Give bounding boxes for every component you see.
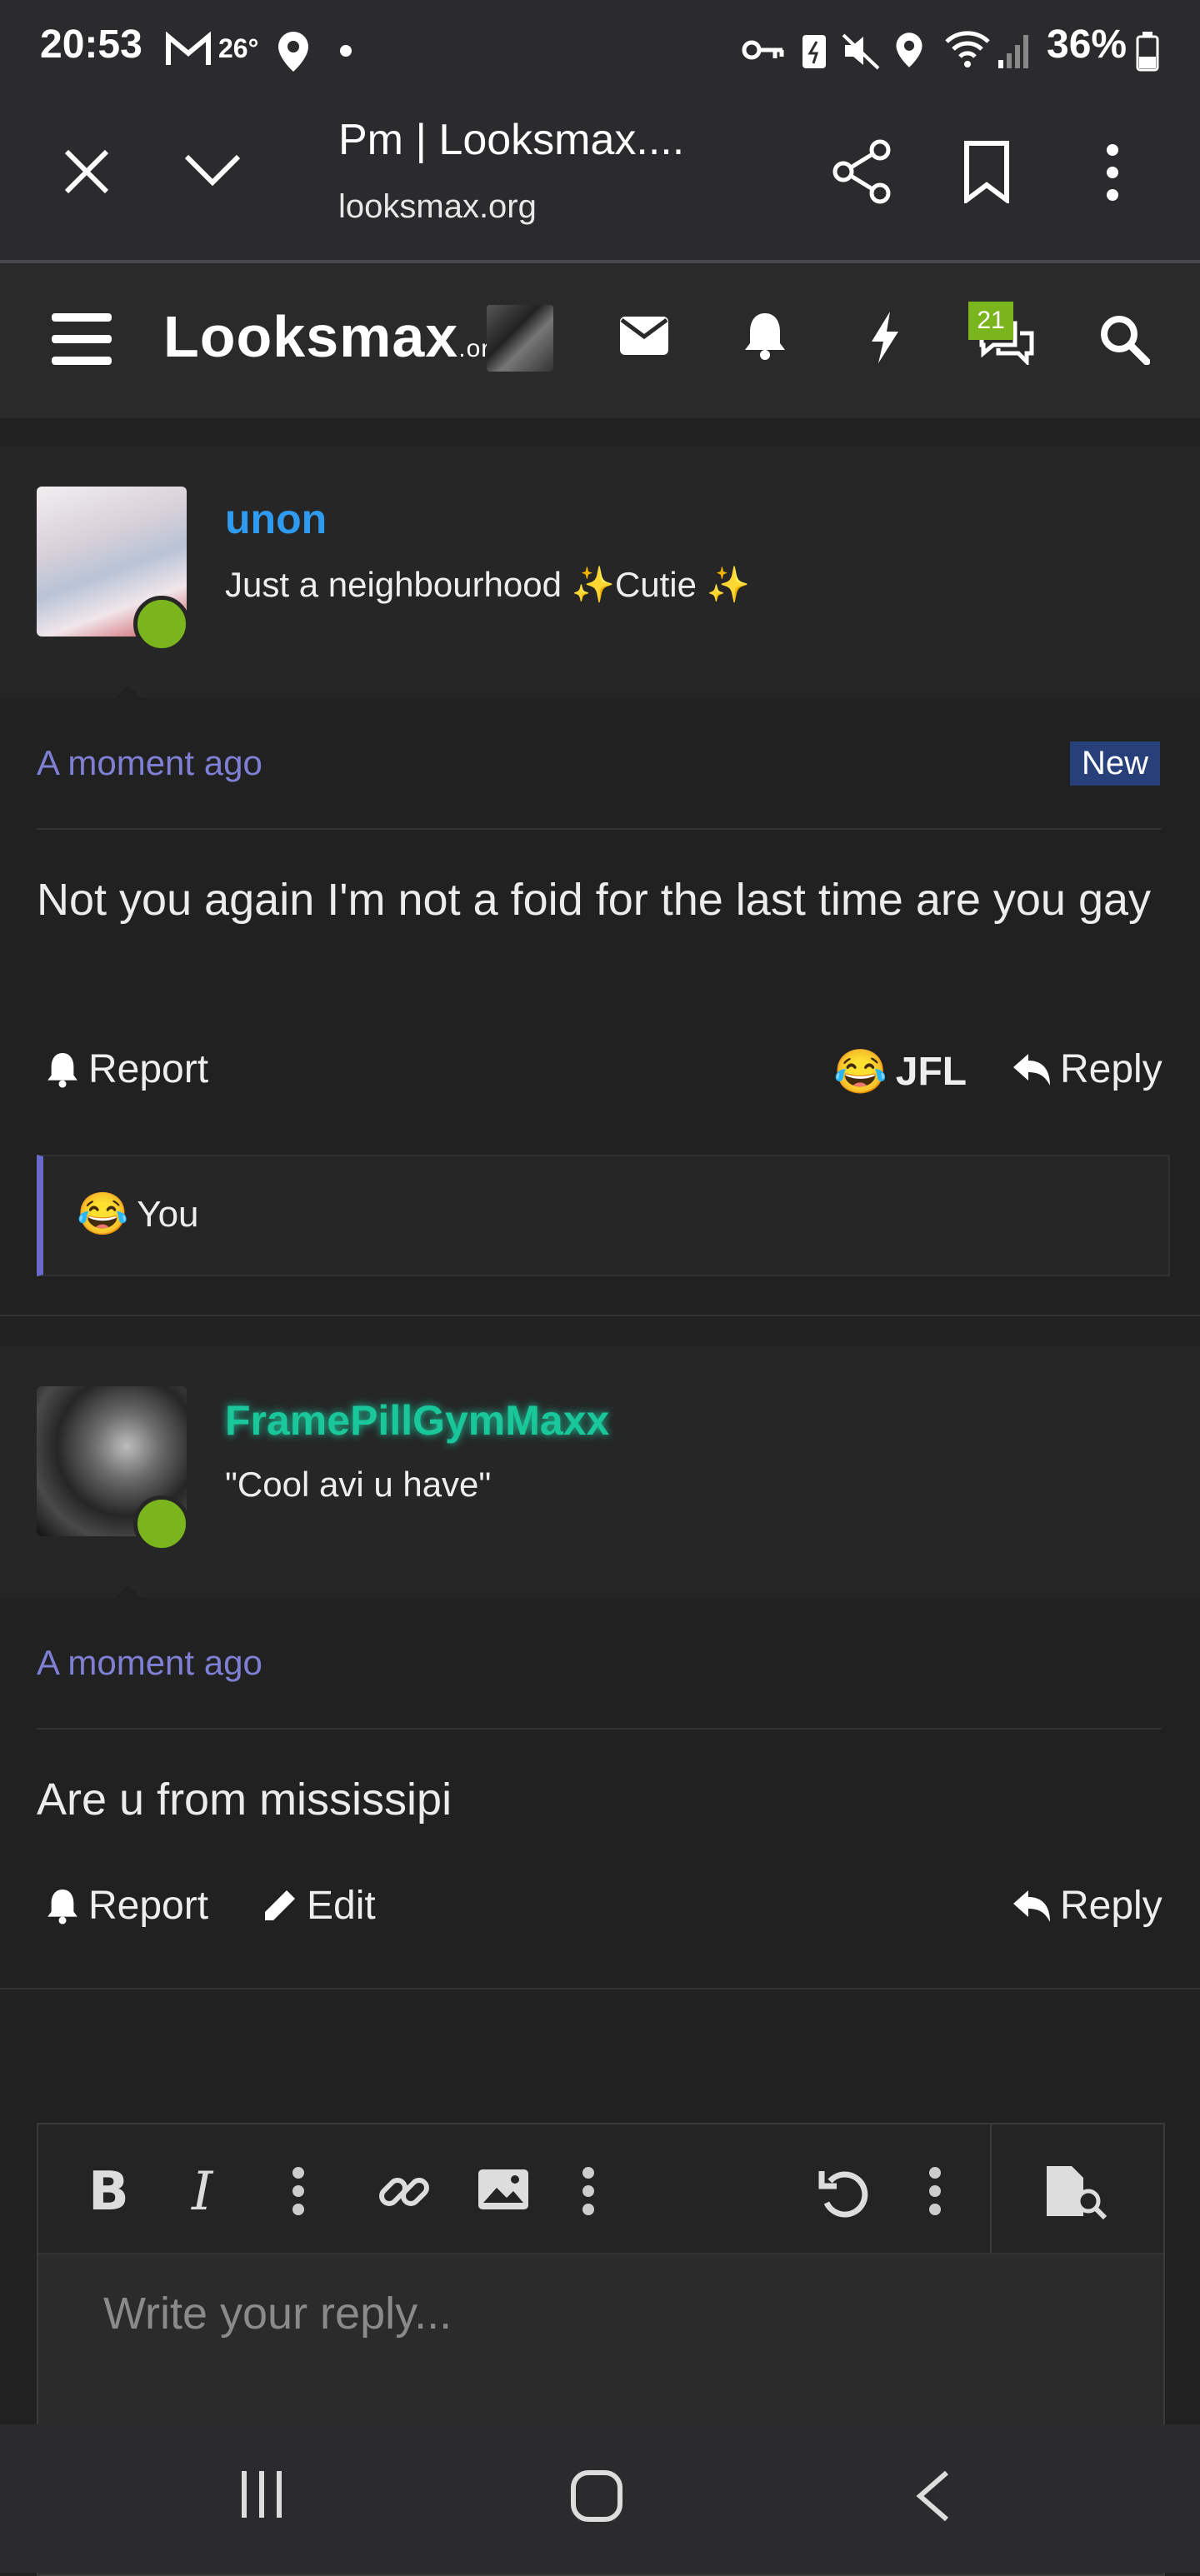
edit-label: Edit — [307, 1884, 376, 1928]
toolbar-divider — [990, 2124, 992, 2253]
bold-icon[interactable]: B — [88, 2161, 129, 2223]
key-icon — [742, 37, 785, 63]
link-icon[interactable] — [377, 2164, 432, 2219]
status-temperature: 26° — [218, 33, 259, 63]
image-icon[interactable] — [477, 2168, 530, 2211]
reply-icon — [1013, 1890, 1050, 1922]
android-navigation-bar — [0, 2424, 1200, 2573]
divider — [37, 828, 1162, 830]
reply-label: Reply — [1060, 1884, 1162, 1928]
more-vertical-icon[interactable] — [1100, 143, 1125, 202]
italic-icon[interactable]: I — [192, 2161, 212, 2223]
site-logo[interactable]: Looksmax.org — [163, 303, 505, 370]
notification-dot-icon — [340, 45, 352, 57]
site-header: Looksmax.org 21 — [0, 263, 1200, 418]
recent-apps-icon[interactable] — [237, 2468, 287, 2521]
reaction-label: JFL — [895, 1050, 968, 1094]
wifi-icon — [943, 28, 992, 70]
reaction-summary[interactable]: 😂 You — [37, 1155, 1170, 1276]
post-separator — [0, 1988, 1200, 1989]
lightning-icon[interactable] — [868, 310, 902, 365]
online-indicator — [133, 596, 190, 652]
user-title: Just a neighbourhood ✨Cutie ✨ — [225, 565, 750, 604]
close-icon[interactable] — [62, 147, 112, 197]
chevron-down-icon[interactable] — [183, 152, 242, 188]
status-time: 20:53 — [40, 22, 142, 67]
post-message: Are u from mississipi — [37, 1775, 452, 1825]
report-button[interactable]: Report — [45, 1883, 208, 1929]
conversations-badge: 21 — [968, 302, 1013, 340]
username[interactable]: FramePillGymMaxx — [225, 1396, 609, 1445]
search-icon[interactable] — [1098, 313, 1150, 365]
logo-main: Looksmax — [163, 304, 459, 369]
battery-saver-icon — [800, 30, 828, 70]
reply-button[interactable]: Reply — [1012, 1046, 1162, 1092]
undo-icon[interactable] — [817, 2164, 872, 2219]
location-small-icon — [893, 30, 925, 70]
location-icon — [275, 30, 312, 73]
back-icon[interactable] — [913, 2469, 952, 2523]
mute-icon — [842, 32, 882, 70]
reply-placeholder: Write your reply... — [103, 2289, 452, 2339]
more-options-icon[interactable] — [290, 2166, 307, 2216]
more-options-icon[interactable] — [580, 2166, 597, 2216]
bell-icon — [48, 1052, 78, 1088]
page-url[interactable]: looksmax.org — [338, 188, 537, 226]
report-label: Report — [88, 1884, 209, 1928]
reply-label: Reply — [1060, 1047, 1162, 1091]
mail-icon[interactable] — [618, 315, 670, 357]
bell-icon — [48, 1889, 78, 1925]
battery-percent: 36% — [1047, 22, 1128, 67]
report-button[interactable]: Report — [45, 1046, 208, 1092]
reaction-summary-text: You — [137, 1193, 199, 1235]
status-bar: 20:53 26° 36% — [0, 0, 1200, 97]
post-timestamp[interactable]: A moment ago — [37, 743, 262, 783]
post-timestamp[interactable]: A moment ago — [37, 1643, 262, 1683]
editor-toolbar: B I — [38, 2124, 1163, 2254]
signal-icon — [997, 30, 1033, 70]
reply-button[interactable]: Reply — [1012, 1883, 1162, 1929]
preview-icon[interactable] — [1043, 2164, 1110, 2219]
user-avatar-thumbnail[interactable] — [487, 305, 553, 372]
post-message: Not you again I'm not a foid for the las… — [37, 875, 1152, 925]
post-separator — [0, 1315, 1200, 1316]
bookmark-icon[interactable] — [962, 140, 1012, 203]
hamburger-menu-icon[interactable] — [50, 312, 113, 367]
new-badge: New — [1070, 741, 1161, 786]
online-indicator — [133, 1495, 190, 1552]
edit-button[interactable]: Edit — [260, 1883, 376, 1929]
gmail-icon — [165, 32, 212, 68]
joy-emoji-icon: 😂 — [833, 1048, 888, 1096]
home-icon[interactable] — [570, 2469, 623, 2523]
reaction-summary-content: 😂 You — [77, 1190, 199, 1239]
share-icon[interactable] — [830, 138, 893, 205]
username[interactable]: unon — [225, 495, 327, 543]
divider — [37, 1728, 1162, 1730]
bell-icon[interactable] — [742, 310, 788, 362]
pencil-icon — [265, 1890, 295, 1920]
post-arrow — [98, 685, 158, 715]
reaction-button[interactable]: 😂 JFL — [833, 1046, 967, 1097]
joy-emoji-icon: 😂 — [77, 1191, 129, 1237]
browser-toolbar: Pm | Looksmax.... looksmax.org — [0, 97, 1200, 263]
page-title: Pm | Looksmax.... — [338, 116, 685, 164]
battery-icon — [1135, 30, 1160, 72]
report-label: Report — [88, 1047, 209, 1091]
more-options-icon[interactable] — [927, 2166, 943, 2216]
user-title: "Cool avi u have" — [225, 1465, 492, 1504]
post-arrow — [98, 1585, 158, 1615]
reply-icon — [1013, 1053, 1050, 1086]
